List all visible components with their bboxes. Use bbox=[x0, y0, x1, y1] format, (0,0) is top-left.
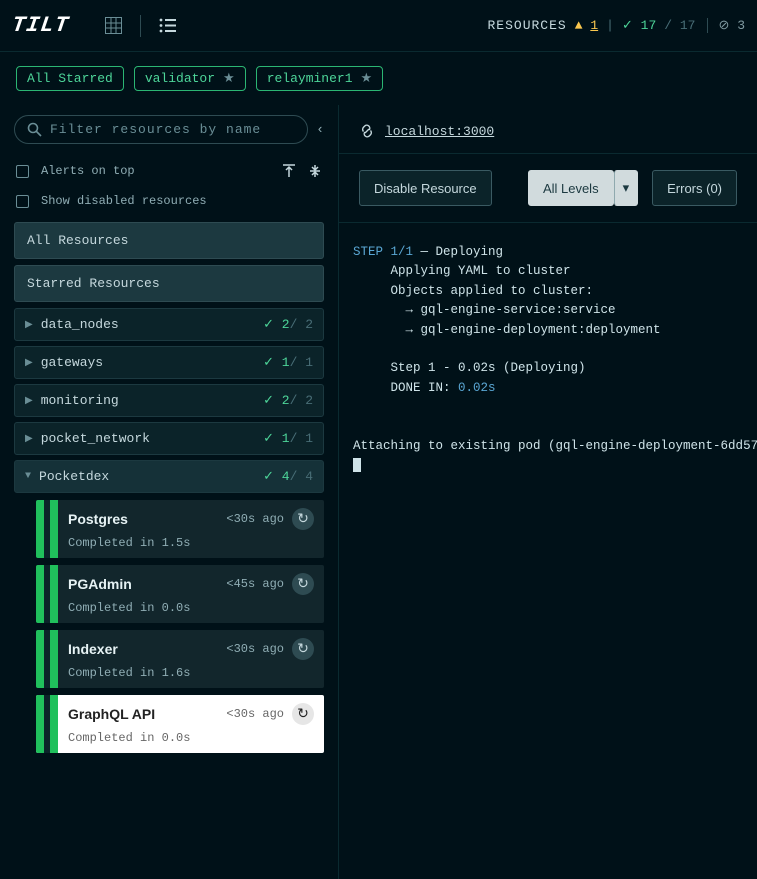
resource-graphql-api[interactable]: GraphQL API <30s ago ↻ Completed in 0.0s bbox=[36, 695, 324, 753]
group-pocketdex[interactable]: ▼ Pocketdex ✓ 4 / 4 bbox=[14, 460, 324, 493]
tag-validator[interactable]: validator★ bbox=[134, 66, 246, 91]
reload-icon[interactable]: ↻ bbox=[292, 508, 314, 530]
grid-view-icon[interactable] bbox=[105, 17, 122, 34]
ok-count[interactable]: ✓ 17 bbox=[622, 18, 656, 33]
search-input[interactable] bbox=[50, 122, 295, 137]
checkbox-icon[interactable] bbox=[16, 165, 29, 178]
reload-icon[interactable]: ↻ bbox=[292, 703, 314, 725]
warning-count[interactable]: ▲ 1 bbox=[575, 18, 598, 33]
link-icon bbox=[359, 123, 375, 139]
chevron-down-icon: ▼ bbox=[25, 471, 31, 482]
logo: TILT bbox=[10, 13, 70, 38]
log-toolbar: Disable Resource All Levels ▾ Errors (0) bbox=[339, 154, 757, 223]
status-bar: RESOURCES ▲ 1 | ✓ 17 / 17 ⊘ 3 bbox=[488, 18, 746, 33]
group-pocket-network[interactable]: ▶ pocket_network ✓ 1 / 1 bbox=[14, 422, 324, 455]
checkbox-icon[interactable] bbox=[16, 195, 29, 208]
disabled-count[interactable]: ⊘ 3 bbox=[707, 18, 745, 33]
search-input-wrap[interactable] bbox=[14, 115, 308, 144]
detail-pane: localhost:3000 Disable Resource All Leve… bbox=[338, 105, 757, 879]
collapse-all-icon[interactable] bbox=[308, 164, 322, 178]
tag-all-starred[interactable]: All Starred bbox=[16, 66, 124, 91]
star-icon[interactable]: ★ bbox=[361, 71, 373, 86]
sidebar: ‹ Alerts on top Show disabled resources … bbox=[0, 105, 338, 879]
resource-indexer[interactable]: Indexer <30s ago ↻ Completed in 1.6s bbox=[36, 630, 324, 688]
app-header: TILT RESOURCES ▲ 1 | ✓ 17 / 17 ⊘ 3 bbox=[0, 0, 757, 52]
star-icon[interactable]: ★ bbox=[223, 71, 235, 86]
reload-icon[interactable]: ↻ bbox=[292, 573, 314, 595]
endpoint-link[interactable]: localhost:3000 bbox=[385, 124, 494, 139]
chevron-right-icon: ▶ bbox=[25, 395, 33, 407]
log-output[interactable]: STEP 1/1 — Deploying Applying YAML to cl… bbox=[339, 223, 757, 879]
errors-filter-button[interactable]: Errors (0) bbox=[652, 170, 737, 206]
collapse-sidebar-icon[interactable]: ‹ bbox=[316, 122, 324, 137]
reload-icon[interactable]: ↻ bbox=[292, 638, 314, 660]
group-data-nodes[interactable]: ▶ data_nodes ✓ 2 / 2 bbox=[14, 308, 324, 341]
chevron-down-icon[interactable]: ▾ bbox=[614, 170, 639, 206]
expand-all-icon[interactable] bbox=[282, 164, 296, 178]
chevron-right-icon: ▶ bbox=[25, 319, 33, 331]
view-switcher bbox=[105, 15, 176, 37]
group-monitoring[interactable]: ▶ monitoring ✓ 2 / 2 bbox=[14, 384, 324, 417]
resource-postgres[interactable]: Postgres <30s ago ↻ Completed in 1.5s bbox=[36, 500, 324, 558]
disable-resource-button[interactable]: Disable Resource bbox=[359, 170, 492, 206]
filter-tags: All Starred validator★ relayminer1★ bbox=[0, 52, 757, 105]
search-icon bbox=[27, 122, 42, 137]
nav-starred-resources[interactable]: Starred Resources bbox=[14, 265, 324, 302]
chevron-right-icon: ▶ bbox=[25, 433, 33, 445]
resources-label: RESOURCES bbox=[488, 18, 567, 33]
tag-relayminer1[interactable]: relayminer1★ bbox=[256, 66, 383, 91]
list-view-icon[interactable] bbox=[159, 18, 176, 33]
nav-all-resources[interactable]: All Resources bbox=[14, 222, 324, 259]
group-gateways[interactable]: ▶ gateways ✓ 1 / 1 bbox=[14, 346, 324, 379]
log-level-select[interactable]: All Levels ▾ bbox=[528, 170, 638, 206]
alerts-on-top-option[interactable]: Alerts on top bbox=[14, 156, 324, 186]
chevron-right-icon: ▶ bbox=[25, 357, 33, 369]
divider bbox=[140, 15, 141, 37]
show-disabled-option[interactable]: Show disabled resources bbox=[14, 186, 324, 216]
resource-pgadmin[interactable]: PGAdmin <45s ago ↻ Completed in 0.0s bbox=[36, 565, 324, 623]
